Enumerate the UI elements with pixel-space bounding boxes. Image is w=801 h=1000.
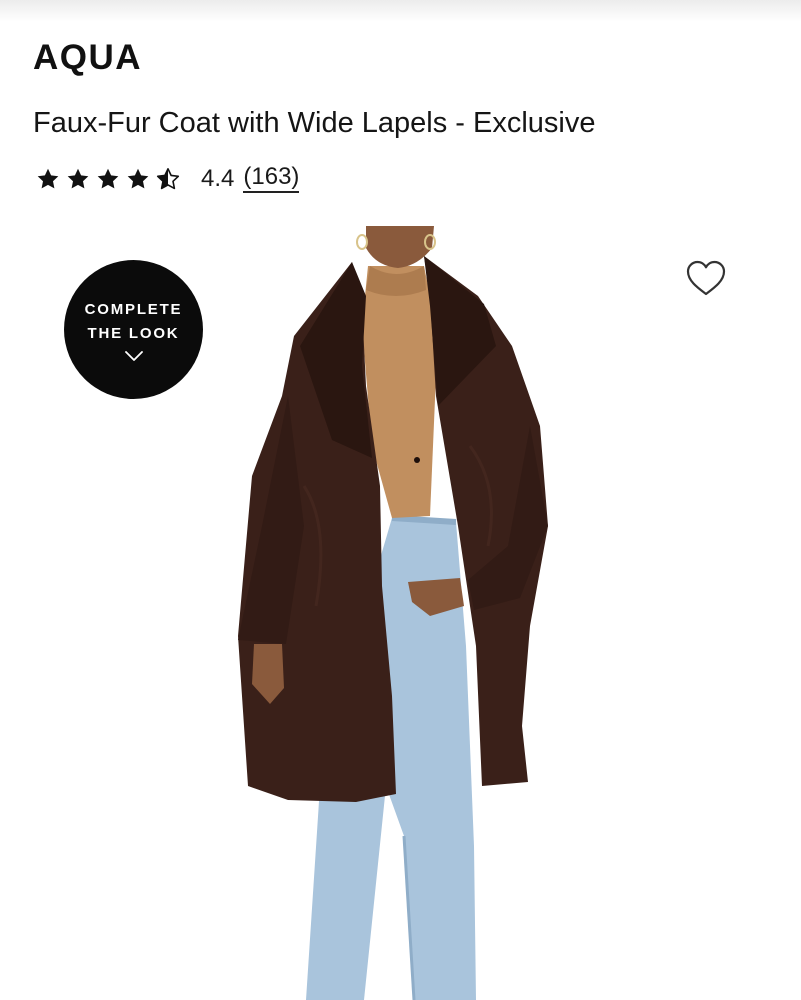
product-title: Faux-Fur Coat with Wide Lapels - Exclusi… bbox=[33, 107, 596, 139]
review-count-link[interactable]: (163) bbox=[243, 165, 300, 193]
complete-the-look-line2: THE LOOK bbox=[87, 324, 180, 342]
rating-stars bbox=[36, 167, 180, 191]
complete-the-look-button[interactable]: COMPLETE THE LOOK bbox=[64, 260, 203, 399]
wishlist-button[interactable] bbox=[684, 258, 728, 298]
heart-outline-icon bbox=[686, 260, 726, 296]
star-filled-icon bbox=[37, 168, 59, 189]
rating-summary[interactable]: 4.4 (163) bbox=[36, 162, 300, 196]
star-filled-icon bbox=[127, 168, 149, 189]
star-half-icon bbox=[156, 168, 180, 190]
rating-value: 4.4 bbox=[201, 165, 235, 192]
brand-name[interactable]: AQUA bbox=[33, 40, 142, 75]
chevron-down-icon bbox=[124, 350, 143, 361]
complete-the-look-line1: COMPLETE bbox=[84, 300, 183, 318]
star-filled-icon bbox=[97, 168, 119, 189]
top-edge-shadow bbox=[0, 0, 801, 22]
star-filled-icon bbox=[67, 168, 89, 189]
